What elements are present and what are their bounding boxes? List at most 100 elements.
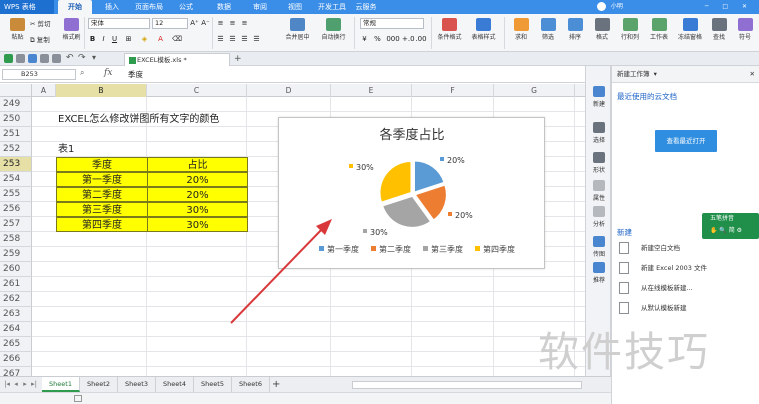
preview-icon[interactable]	[52, 54, 61, 63]
border-icon[interactable]: ⊞	[124, 34, 133, 44]
name-box[interactable]: B253	[2, 69, 76, 80]
ribbon-tab[interactable]: 公式	[170, 0, 202, 14]
open-folder-icon[interactable]	[16, 54, 25, 63]
symbol-button[interactable]: 符号	[732, 16, 758, 50]
column-header[interactable]: A	[32, 84, 56, 97]
select-all-corner[interactable]	[0, 84, 32, 97]
cell-table-label[interactable]: 表1	[58, 142, 74, 157]
increase-decimal-button[interactable]: +.0	[402, 34, 415, 44]
sidebar-item[interactable]: 推荐	[586, 262, 612, 284]
sum-button[interactable]: 求和	[508, 16, 534, 50]
task-pane-item[interactable]: 从默认模板新建	[617, 300, 757, 316]
percent-button[interactable]: %	[373, 34, 382, 44]
sidebar-item[interactable]: 分析	[586, 206, 612, 228]
user-area[interactable]: 小明 ─ □ ✕	[592, 0, 759, 14]
print-icon[interactable]	[40, 54, 49, 63]
decrease-decimal-button[interactable]: .00	[415, 34, 427, 44]
sidebar-item[interactable]: 属性	[586, 180, 612, 202]
next-sheet-icon[interactable]: ▸	[21, 380, 29, 389]
table-cell[interactable]: 第一季度	[56, 172, 148, 187]
row-header[interactable]: 254	[0, 172, 32, 187]
sheet-tab[interactable]: Sheet1	[42, 377, 80, 392]
table-style-button[interactable]: 表格样式	[468, 16, 499, 50]
sheet-tab[interactable]: Sheet3	[118, 377, 156, 392]
redo-icon[interactable]: ↷	[78, 53, 86, 63]
sheet-tab[interactable]: Sheet6	[232, 377, 270, 392]
app-menu-button[interactable]: WPS 表格	[0, 0, 54, 14]
cell-title[interactable]: EXCEL怎么修改饼图所有文字的颜色	[58, 112, 219, 127]
freeze-panes-button[interactable]: 冻结窗格	[674, 16, 706, 50]
font-shrink-button[interactable]: A⁻	[201, 18, 210, 28]
table-cell[interactable]: 20%	[147, 172, 248, 187]
rows-columns-button[interactable]: 行和列	[616, 16, 644, 50]
currency-button[interactable]: ¥	[360, 34, 369, 44]
table-cell[interactable]: 第四季度	[56, 217, 148, 232]
conditional-format-button[interactable]: 条件格式	[434, 16, 465, 50]
align-middle-icon[interactable]: ≡	[228, 18, 237, 28]
add-sheet-button[interactable]: +	[272, 377, 280, 392]
ime-toolbar[interactable]: 五笔拼音 ✋ 🔍 简 ⚙	[702, 213, 759, 239]
row-header[interactable]: 263	[0, 307, 32, 322]
row-header[interactable]: 264	[0, 322, 32, 337]
open-recent-button[interactable]: 查看最近打开	[655, 130, 717, 152]
ribbon-tab[interactable]: 审阅	[244, 0, 276, 14]
worksheet-button[interactable]: 工作表	[645, 16, 673, 50]
zoom-glass-icon[interactable]: ⌕	[80, 68, 84, 78]
font-name-select[interactable]: 宋体	[88, 18, 150, 29]
row-header[interactable]: 265	[0, 337, 32, 352]
row-header[interactable]: 262	[0, 292, 32, 307]
ribbon-tab[interactable]: 视图	[280, 0, 310, 14]
filter-button[interactable]: 筛选	[535, 16, 561, 50]
row-header[interactable]: 259	[0, 247, 32, 262]
horizontal-scrollbar[interactable]	[352, 381, 582, 389]
table-cell[interactable]: 30%	[147, 217, 248, 232]
sidebar-item[interactable]: 新建	[586, 86, 612, 108]
ribbon-tab[interactable]: 开始	[58, 0, 92, 14]
cut-button[interactable]: ✂ 剪切	[30, 18, 51, 30]
row-header[interactable]: 261	[0, 277, 32, 292]
task-pane-item[interactable]: 从在线模板新建...	[617, 280, 757, 296]
row-header[interactable]: 255	[0, 187, 32, 202]
format-painter-button[interactable]: 格式刷	[56, 16, 87, 50]
row-header[interactable]: 258	[0, 232, 32, 247]
align-right-icon[interactable]: ☰	[240, 34, 249, 44]
save-icon[interactable]	[28, 54, 37, 63]
align-top-icon[interactable]: ≡	[216, 18, 225, 28]
table-cell[interactable]: 20%	[147, 187, 248, 202]
copy-button[interactable]: ⧉ 复制	[30, 34, 50, 46]
row-header[interactable]: 257	[0, 217, 32, 232]
row-header[interactable]: 252	[0, 142, 32, 157]
italic-button[interactable]: I	[99, 34, 108, 44]
paste-button[interactable]: 粘贴	[2, 16, 33, 50]
formula-input[interactable]: 季度	[128, 69, 143, 80]
last-sheet-icon[interactable]: ▸|	[30, 380, 38, 389]
merge-center-button[interactable]: 合并居中	[282, 16, 313, 50]
fill-color-icon[interactable]: ◈	[140, 34, 149, 44]
ribbon-tab[interactable]: 页面布局	[130, 0, 168, 14]
row-header[interactable]: 260	[0, 262, 32, 277]
number-format-select[interactable]: 常规	[360, 18, 424, 29]
font-grow-button[interactable]: A⁺	[190, 18, 199, 28]
header-cell[interactable]: 占比	[147, 157, 248, 172]
column-header[interactable]: G	[494, 84, 575, 97]
task-pane-item[interactable]: 新建 Excel 2003 文件	[617, 260, 757, 276]
sheet-tab[interactable]: Sheet4	[156, 377, 194, 392]
header-cell[interactable]: 季度	[56, 157, 148, 172]
font-size-select[interactable]: 12	[152, 18, 188, 29]
row-header[interactable]: 249	[0, 97, 32, 112]
row-header[interactable]: 267	[0, 367, 32, 376]
wrap-text-button[interactable]: 自动换行	[318, 16, 349, 50]
ribbon-tab[interactable]: 云服务	[350, 0, 382, 14]
chevron-down-icon[interactable]: ▾	[654, 70, 657, 78]
pie-chart[interactable]: 各季度占比 20% 20% 30% 30% 第一季度 第二季度 第三季度 第四季度	[278, 117, 545, 269]
distribute-icon[interactable]: ☰	[252, 34, 261, 44]
ribbon-tab[interactable]: 开发工具	[314, 0, 350, 14]
row-header[interactable]: 251	[0, 127, 32, 142]
ribbon-tab[interactable]: 插入	[96, 0, 128, 14]
sidebar-item[interactable]: 形状	[586, 152, 612, 174]
undo-icon[interactable]: ↶	[66, 53, 74, 63]
table-cell[interactable]: 第三季度	[56, 202, 148, 217]
sheet-tab[interactable]: Sheet2	[80, 377, 118, 392]
thousands-button[interactable]: 000	[386, 34, 400, 44]
ribbon-tab[interactable]: 数据	[208, 0, 240, 14]
